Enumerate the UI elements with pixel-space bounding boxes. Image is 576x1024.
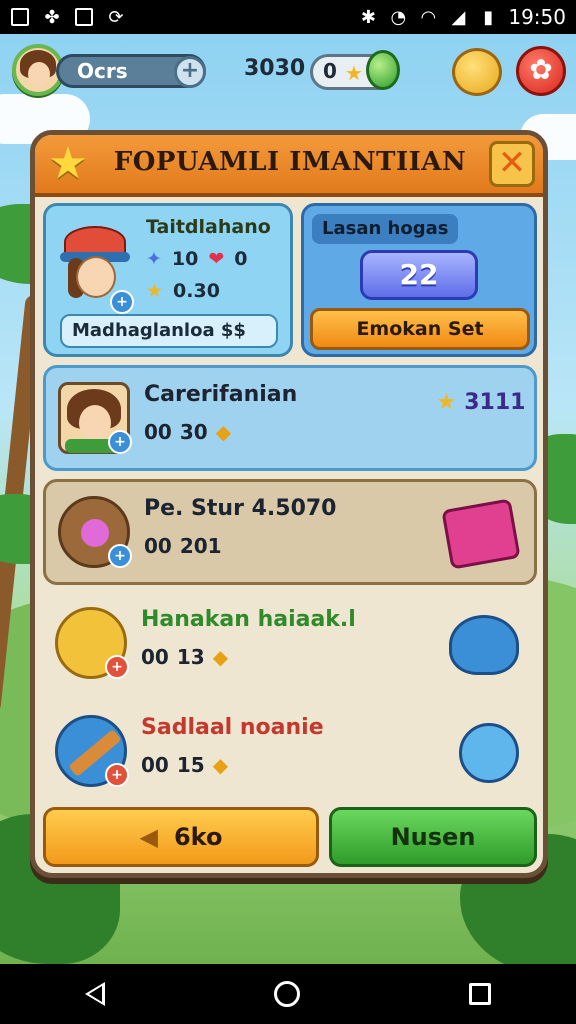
row-reward: ★ 3111 (437, 390, 526, 450)
panel-header: ★ FOPUAMLI IMANTIIAN ✕ (35, 135, 543, 197)
row-title: Carerifanian (144, 382, 298, 407)
profile-footer: Madhaglanloa $$ (60, 314, 278, 348)
trophy-button[interactable] (452, 48, 502, 96)
back-button[interactable]: ◀ 6ko (43, 807, 319, 867)
info-badge-icon: + (105, 763, 129, 787)
close-button[interactable]: ✕ (489, 141, 535, 187)
profile-stat-row: ★ 0.30 (146, 280, 220, 302)
green-gem-icon (366, 50, 400, 90)
row-stats: 00 201 (144, 534, 222, 558)
nav-back-icon[interactable] (84, 982, 105, 1006)
profile-stat1-value: 10 (171, 248, 199, 270)
bluetooth-icon: ✱ (360, 6, 376, 28)
add-currency-button[interactable]: + (174, 56, 206, 88)
row-count: 00 (144, 420, 172, 444)
status-bar: ✤ ⟳ ✱ ◔ ◠ ◢ ▮ 19:50 (0, 0, 576, 34)
heart-icon: ❤ (208, 248, 225, 270)
profile-stat1-suffix: 0 (234, 248, 248, 270)
row-stats: 00 13 ◆ (141, 645, 228, 669)
panel-title: FOPUAMLI IMANTIIAN (113, 147, 467, 177)
league-label: Lasan hogas (312, 214, 459, 244)
list-item[interactable]: + Carerifanian 00 30 ◆ ★ 3111 (43, 365, 537, 471)
magnifier-icon (459, 723, 519, 783)
fish-icon (449, 615, 519, 675)
row-value: 13 (176, 645, 205, 669)
gallery-icon (10, 7, 30, 27)
row-stats: 00 15 ◆ (141, 753, 228, 777)
row-title: Sadlaal noanie (141, 715, 324, 740)
info-badge-icon: + (105, 655, 129, 679)
nav-home-icon[interactable] (273, 981, 300, 1007)
wifi-icon: ◠ (420, 6, 437, 28)
row-count: 00 (141, 645, 169, 669)
star-icon: ★ (146, 280, 164, 302)
nav-recents-icon[interactable] (469, 983, 492, 1005)
puzzle-icon: ✤ (44, 6, 60, 28)
row-count: 00 (141, 753, 169, 777)
gem-icon: ✦ (146, 248, 162, 270)
star-icon: ★ (48, 138, 88, 189)
league-value: 22 (360, 250, 478, 300)
row-title: Pe. Stur 4.5070 (144, 496, 337, 521)
info-badge-icon: + (108, 544, 132, 568)
profile-title: Taitdlahano (146, 216, 271, 238)
clock-time: 19:50 (508, 5, 566, 29)
row-value: 15 (176, 753, 205, 777)
info-badge-icon: + (110, 290, 134, 314)
gift-button[interactable]: ✿ (516, 46, 566, 96)
confirm-button[interactable]: Nusen (329, 807, 537, 867)
row-value: 201 (179, 534, 222, 558)
league-card: Lasan hogas 22 Emokan Set (301, 203, 537, 357)
info-badge-icon: + (108, 430, 132, 454)
battery-icon: ▮ (483, 6, 494, 28)
coin-icon: ◆ (212, 753, 229, 777)
system-nav-bar (0, 964, 576, 1024)
coin-icon: ◆ (215, 420, 232, 444)
coin-icon: ◆ (212, 645, 229, 669)
gem-count: 0 (323, 59, 337, 83)
league-action-button[interactable]: Emokan Set (310, 308, 530, 350)
sync-icon: ⟳ (108, 6, 124, 28)
star-icon: ★ (436, 390, 457, 415)
row-stats: 00 30 ◆ (144, 420, 231, 444)
profile-card[interactable]: + Taitdlahano ✦ 10 ❤ 0 ★ 0.30 Madhaglanl… (43, 203, 293, 357)
star-icon: ★ (345, 61, 363, 85)
profile-stat-row: ✦ 10 ❤ 0 (146, 248, 248, 270)
coin-count: 3030 (244, 56, 306, 81)
main-panel: ★ FOPUAMLI IMANTIIAN ✕ + Taitdlahano ✦ 1… (30, 130, 548, 878)
row-value: 30 (179, 420, 208, 444)
top-hud: Ocrs + 3030 0 ★ ✿ (0, 42, 576, 98)
row-title: Hanakan haiaak.l (141, 607, 356, 632)
signal-icon: ◢ (451, 6, 466, 28)
list-item[interactable]: + Pe. Stur 4.5070 00 201 (43, 479, 537, 585)
back-button-label: 6ko (173, 823, 223, 851)
app-icon (74, 7, 94, 27)
alarm-icon: ◔ (390, 6, 407, 28)
list-item[interactable]: + Hanakan haiaak.l 00 13 ◆ (43, 593, 537, 699)
row-reward-value: 3111 (464, 390, 526, 415)
profile-stat2-value: 0.30 (173, 280, 220, 302)
book-icon (441, 498, 521, 570)
back-arrow-icon: ◀ (139, 823, 158, 851)
row-count: 00 (144, 534, 172, 558)
list-item[interactable]: + Sadlaal noanie 00 15 ◆ (43, 701, 537, 807)
